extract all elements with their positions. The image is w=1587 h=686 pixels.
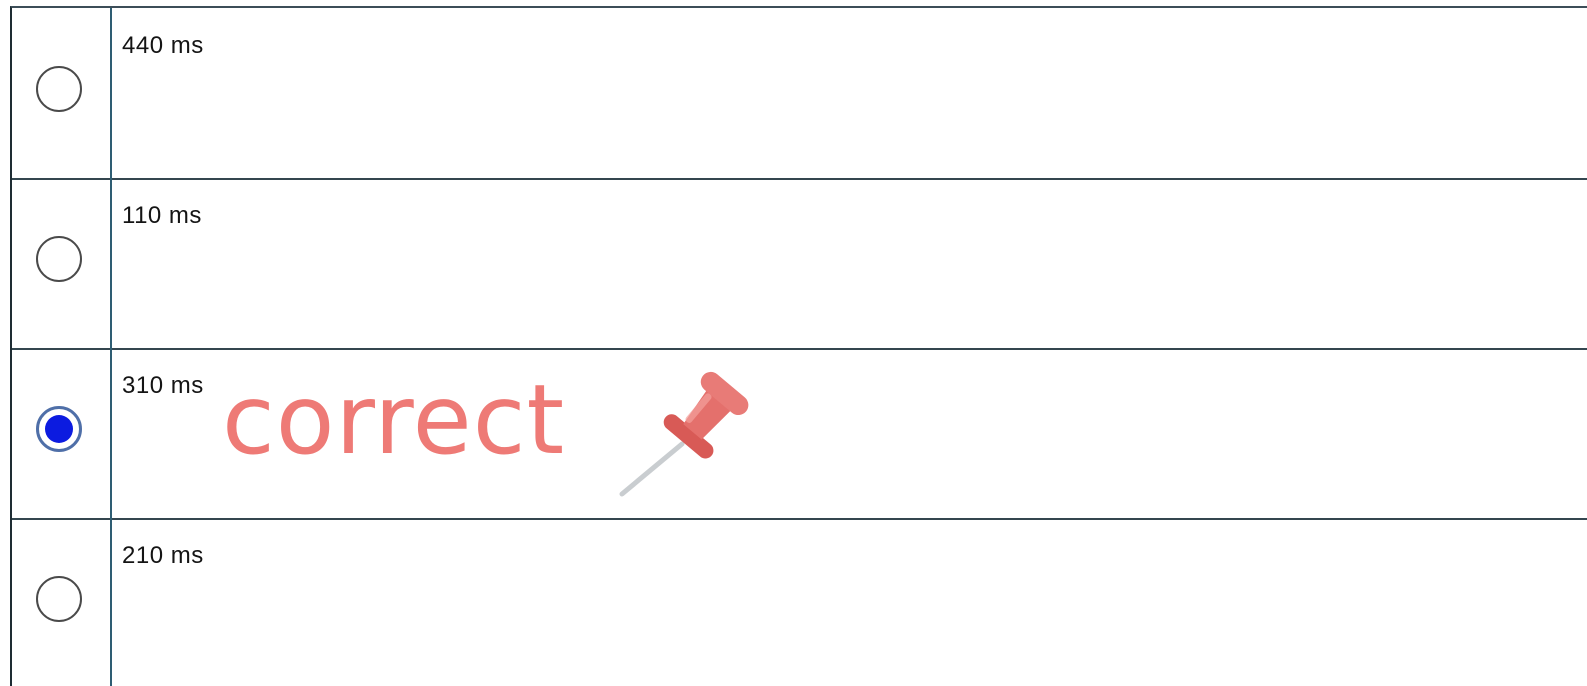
radio-cell (12, 348, 112, 518)
answer-option-row[interactable]: 210 ms (12, 518, 1587, 686)
quiz-answer-panel: 440 ms 110 ms 310 ms 210 ms correct (0, 0, 1587, 686)
answer-option-label: 210 ms (122, 542, 204, 569)
answer-option-row[interactable]: 440 ms (12, 8, 1587, 180)
answer-radio-button-selected[interactable] (36, 406, 82, 452)
radio-cell (12, 518, 112, 686)
answer-option-label: 110 ms (122, 202, 202, 229)
radio-selected-dot (45, 415, 73, 443)
answer-option-label: 440 ms (122, 32, 204, 59)
answer-radio-button[interactable] (36, 66, 82, 112)
answer-options-table: 440 ms 110 ms 310 ms 210 ms (10, 6, 1587, 686)
answer-option-label: 310 ms (122, 372, 204, 399)
correct-annotation: correct (222, 364, 566, 476)
answer-option-row[interactable]: 110 ms (12, 178, 1587, 350)
pushpin-icon (619, 371, 749, 497)
radio-cell (12, 178, 112, 348)
radio-cell (12, 8, 112, 178)
answer-radio-button[interactable] (36, 576, 82, 622)
answer-radio-button[interactable] (36, 236, 82, 282)
